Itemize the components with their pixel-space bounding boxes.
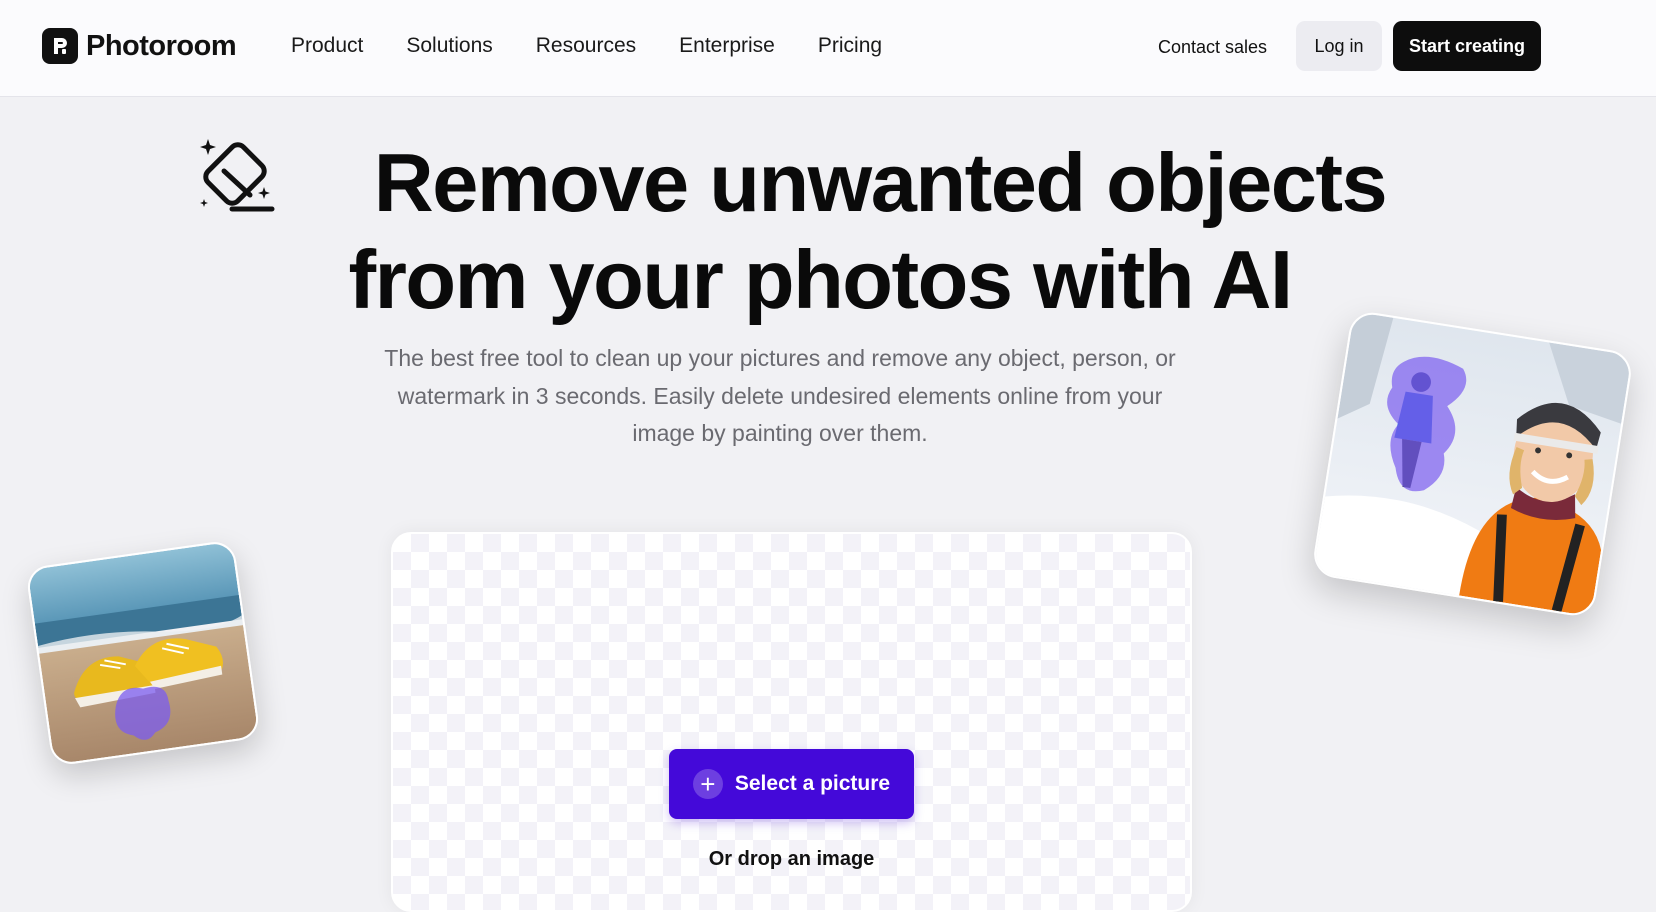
photoroom-logo-icon bbox=[42, 28, 78, 64]
contact-sales-link[interactable]: Contact sales bbox=[1158, 34, 1267, 60]
hero-title: Remove unwanted objects from your photos… bbox=[200, 134, 1440, 328]
photoroom-logo[interactable]: Photoroom bbox=[42, 28, 237, 64]
example-image-sneakers bbox=[25, 539, 261, 767]
main-nav: Product Solutions Resources Enterprise P… bbox=[291, 30, 925, 62]
brand-name: Photoroom bbox=[86, 29, 237, 62]
top-navigation-bar: Photoroom Product Solutions Resources En… bbox=[0, 0, 1656, 97]
nav-item-resources[interactable]: Resources bbox=[536, 30, 636, 62]
select-picture-label: Select a picture bbox=[734, 772, 891, 795]
nav-item-product[interactable]: Product bbox=[291, 30, 363, 62]
nav-item-pricing[interactable]: Pricing bbox=[818, 30, 882, 62]
drop-image-hint: Or drop an image bbox=[708, 848, 875, 870]
plus-icon: + bbox=[692, 769, 723, 799]
hero-title-line-2: from your photos with AI bbox=[348, 233, 1293, 326]
login-button[interactable]: Log in bbox=[1296, 21, 1382, 71]
nav-item-enterprise[interactable]: Enterprise bbox=[679, 30, 775, 62]
example-image-hiker bbox=[1310, 309, 1635, 619]
nav-item-solutions[interactable]: Solutions bbox=[406, 30, 492, 62]
select-picture-button[interactable]: + Select a picture bbox=[669, 749, 914, 819]
hero-title-line-1: Remove unwanted objects bbox=[373, 136, 1388, 229]
start-creating-button[interactable]: Start creating bbox=[1393, 21, 1541, 71]
hero-subtitle: The best free tool to clean up your pict… bbox=[384, 345, 1176, 446]
